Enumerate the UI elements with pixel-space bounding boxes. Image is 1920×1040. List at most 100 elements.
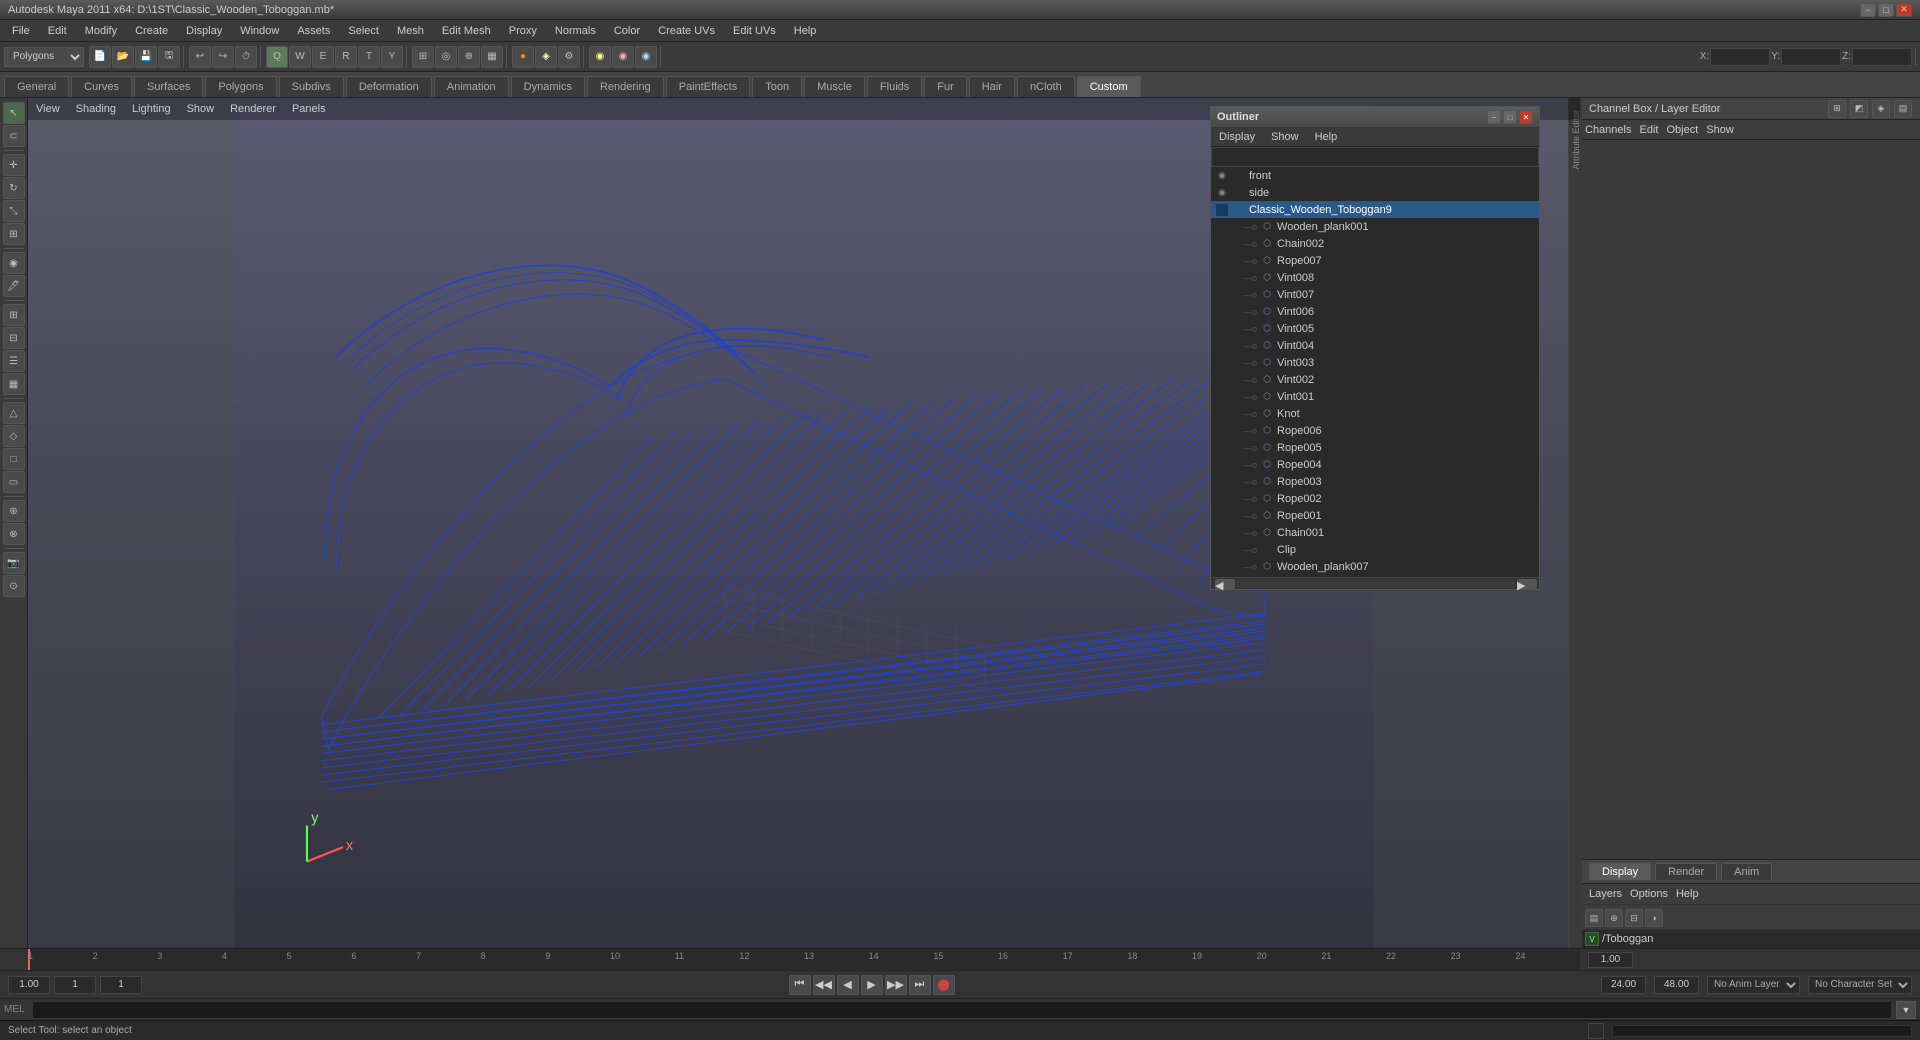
outliner-menu-help[interactable]: Help (1311, 129, 1342, 145)
snap-view-btn[interactable]: ▦ (481, 46, 503, 68)
layer-tab-anim[interactable]: Anim (1721, 863, 1772, 880)
move-btn[interactable]: ✛ (3, 154, 25, 176)
layer-btn-4[interactable]: ◑ (1645, 909, 1663, 927)
tab-polygons[interactable]: Polygons (205, 76, 276, 97)
outliner-item-wooden_plank007[interactable]: —o⬡Wooden_plank007 (1211, 558, 1539, 575)
select-tool-btn[interactable]: Q (266, 46, 288, 68)
step-back-btn[interactable]: ◀◀ (813, 975, 835, 995)
layer-btn-1[interactable]: ▤ (1585, 909, 1603, 927)
snap-curve-btn[interactable]: ◎ (435, 46, 457, 68)
snap2-btn[interactable]: ⊗ (3, 523, 25, 545)
outliner-menu-display[interactable]: Display (1215, 129, 1259, 145)
layout-btn[interactable]: ⊞ (3, 304, 25, 326)
scale-tool-btn[interactable]: R (335, 46, 357, 68)
soft-mod-btn[interactable]: ◉ (3, 252, 25, 274)
menu-edit-uvs[interactable]: Edit UVs (725, 23, 784, 39)
menu-display[interactable]: Display (178, 23, 230, 39)
range-start-input[interactable] (1601, 976, 1646, 994)
anim-layer-select[interactable]: No Anim Layer (1707, 976, 1800, 994)
vp-menu-lighting[interactable]: Lighting (132, 103, 171, 115)
outliner-item-rope006[interactable]: —o⬡Rope006 (1211, 422, 1539, 439)
outliner-item-wooden_plank006[interactable]: —o⬡Wooden_plank006 (1211, 575, 1539, 577)
snap-grid-btn[interactable]: ⊞ (412, 46, 434, 68)
menu-help[interactable]: Help (786, 23, 825, 39)
visibility-icon[interactable] (1227, 424, 1241, 438)
vp-menu-renderer[interactable]: Renderer (230, 103, 276, 115)
layout4-btn[interactable]: ▦ (3, 373, 25, 395)
playhead[interactable] (28, 949, 30, 970)
timeline-ticks[interactable]: 123456789101112131415161718192021222324 (28, 949, 1580, 970)
visibility-icon[interactable] (1227, 237, 1241, 251)
outliner-menu-show[interactable]: Show (1267, 129, 1303, 145)
channel-btn-3[interactable]: ◈ (1872, 100, 1890, 118)
menu-edit-mesh[interactable]: Edit Mesh (434, 23, 499, 39)
outliner-item-chain001[interactable]: —o⬡Chain001 (1211, 524, 1539, 541)
go-to-start-btn[interactable]: ⏮ (789, 975, 811, 995)
tab-toon[interactable]: Toon (752, 76, 802, 97)
visibility-icon[interactable] (1227, 373, 1241, 387)
vp-menu-panels[interactable]: Panels (292, 103, 326, 115)
outliner-close-btn[interactable]: ✕ (1519, 110, 1533, 124)
tab-painteffects[interactable]: PaintEffects (666, 76, 751, 97)
visibility-icon[interactable]: ◉ (1215, 169, 1229, 183)
visibility-icon[interactable] (1227, 475, 1241, 489)
redo-btn[interactable]: ↪ (212, 46, 234, 68)
outliner-item-vint008[interactable]: —o⬡Vint008 (1211, 269, 1539, 286)
menu-create[interactable]: Create (127, 23, 176, 39)
rotate-tool-btn[interactable]: E (312, 46, 334, 68)
layout2-btn[interactable]: ⊟ (3, 327, 25, 349)
vp-menu-show[interactable]: Show (187, 103, 215, 115)
range-end-input[interactable] (1654, 976, 1699, 994)
outliner-item-chain002[interactable]: —o⬡Chain002 (1211, 235, 1539, 252)
layer-btn-2[interactable]: ⊕ (1605, 909, 1623, 927)
layer-visibility-btn[interactable]: V (1585, 932, 1599, 946)
show-manipulator-btn[interactable]: ⊞ (3, 223, 25, 245)
outliner-item-vint003[interactable]: —o⬡Vint003 (1211, 354, 1539, 371)
outliner-item-knot[interactable]: —o⬡Knot (1211, 405, 1539, 422)
channel-btn-2[interactable]: ◩ (1850, 100, 1868, 118)
channel-btn-1[interactable]: ⊞ (1828, 100, 1846, 118)
outliner-item-rope004[interactable]: —o⬡Rope004 (1211, 456, 1539, 473)
layer-tab-display[interactable]: Display (1589, 863, 1651, 880)
outliner-item-vint007[interactable]: —o⬡Vint007 (1211, 286, 1539, 303)
tab-rendering[interactable]: Rendering (587, 76, 664, 97)
menu-select[interactable]: Select (340, 23, 387, 39)
playback-speed-input[interactable] (54, 976, 96, 994)
visibility-icon[interactable] (1227, 339, 1241, 353)
menu-normals[interactable]: Normals (547, 23, 604, 39)
play-fwd-btn[interactable]: ▶ (861, 975, 883, 995)
show-all-btn[interactable]: □ (3, 448, 25, 470)
menu-color[interactable]: Color (606, 23, 648, 39)
visibility-icon[interactable] (1227, 560, 1241, 574)
layout3-btn[interactable]: ☰ (3, 350, 25, 372)
character-set-select[interactable]: No Character Set (1808, 976, 1912, 994)
move-tool-btn[interactable]: W (289, 46, 311, 68)
render-settings-btn[interactable]: ⚙ (558, 46, 580, 68)
visibility-icon[interactable] (1227, 288, 1241, 302)
outliner-item-rope002[interactable]: —o⬡Rope002 (1211, 490, 1539, 507)
vp-menu-shading[interactable]: Shading (76, 103, 116, 115)
select-btn[interactable]: ↖ (3, 102, 25, 124)
tab-muscle[interactable]: Muscle (804, 76, 865, 97)
outliner-item-vint006[interactable]: —o⬡Vint006 (1211, 303, 1539, 320)
visibility-icon[interactable] (1227, 458, 1241, 472)
close-button[interactable]: ✕ (1896, 3, 1912, 17)
history-btn[interactable]: ⏱ (235, 46, 257, 68)
tab-deformation[interactable]: Deformation (346, 76, 432, 97)
go-to-end-btn[interactable]: ⏭ (909, 975, 931, 995)
snap-point-btn[interactable]: ⊕ (458, 46, 480, 68)
auto-key-btn[interactable]: ⬤ (933, 975, 955, 995)
z-field[interactable] (1852, 48, 1912, 66)
visibility-icon[interactable] (1227, 322, 1241, 336)
scroll-right-btn[interactable]: ▶ (1517, 579, 1537, 589)
mel-input[interactable] (32, 1001, 1892, 1019)
mel-history-btn[interactable]: ▼ (1896, 1001, 1916, 1019)
menu-edit[interactable]: Edit (40, 23, 75, 39)
show-none-btn[interactable]: ▭ (3, 471, 25, 493)
start-frame-input[interactable] (8, 976, 50, 994)
show-menu[interactable]: Show (1706, 124, 1734, 136)
open-scene-btn[interactable]: 📂 (112, 46, 134, 68)
visibility-icon[interactable] (1227, 271, 1241, 285)
visibility-icon[interactable]: ◉ (1215, 186, 1229, 200)
tab-fluids[interactable]: Fluids (867, 76, 922, 97)
